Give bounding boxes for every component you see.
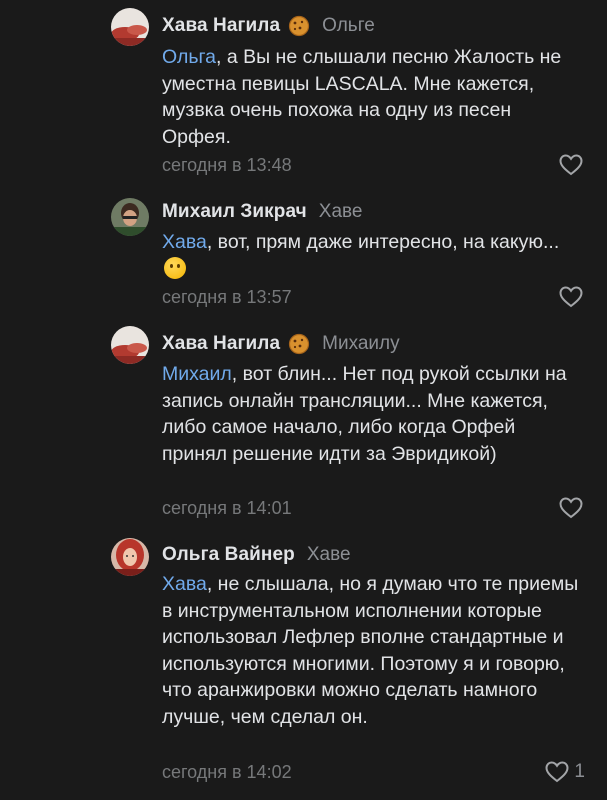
comment-text: Хава, не слышала, но я думаю что те прие… xyxy=(162,571,582,730)
mention-link[interactable]: Хава xyxy=(162,573,207,595)
avatar[interactable] xyxy=(111,326,149,364)
reply-to-label[interactable]: Хаве xyxy=(319,201,363,223)
thinking-face-icon xyxy=(164,256,186,279)
avatar[interactable] xyxy=(111,8,149,46)
author-name[interactable]: Михаил Зикрач xyxy=(162,201,307,223)
like-count: 1 xyxy=(574,761,585,782)
reply-to-label[interactable]: Ольге xyxy=(322,15,375,37)
comment-body: , вот, прям даже интересно, на какую... xyxy=(206,231,560,253)
heart-icon[interactable] xyxy=(559,286,583,308)
cookie-emoji-icon xyxy=(288,333,310,355)
reply-to-label[interactable]: Михаилу xyxy=(322,333,400,355)
author-name[interactable]: Ольга Вайнер xyxy=(162,544,295,566)
comment-timestamp: сегодня в 13:57 xyxy=(162,287,292,307)
mention-link[interactable]: Хава xyxy=(162,231,207,253)
mention-link[interactable]: Михаил xyxy=(162,363,232,385)
comment-timestamp: сегодня в 13:48 xyxy=(162,155,292,175)
mention-link[interactable]: Ольга xyxy=(162,46,216,68)
cookie-emoji-icon xyxy=(288,15,310,37)
reply-to-label[interactable]: Хаве xyxy=(307,544,351,566)
comment-text: Михаил, вот блин... Нет под рукой ссылки… xyxy=(162,361,582,467)
comment-text: Хава, вот, прям даже интересно, на какую… xyxy=(162,229,582,282)
heart-icon[interactable] xyxy=(559,497,583,519)
comment-text: Ольга, а Вы не слышали песню Жалость не … xyxy=(162,44,582,150)
heart-icon[interactable] xyxy=(559,154,583,176)
comment-timestamp: сегодня в 14:02 xyxy=(162,762,292,782)
comment-timestamp: сегодня в 14:01 xyxy=(162,498,292,518)
author-name[interactable]: Хава Нагила xyxy=(162,15,280,37)
avatar[interactable] xyxy=(111,198,149,236)
comment-body: , не слышала, но я думаю что те приемы в… xyxy=(162,573,579,728)
comment-body: , а Вы не слышали песню Жалость не умест… xyxy=(162,46,562,148)
author-name[interactable]: Хава Нагила xyxy=(162,333,280,355)
heart-icon[interactable] xyxy=(545,761,569,783)
avatar[interactable] xyxy=(111,538,149,576)
